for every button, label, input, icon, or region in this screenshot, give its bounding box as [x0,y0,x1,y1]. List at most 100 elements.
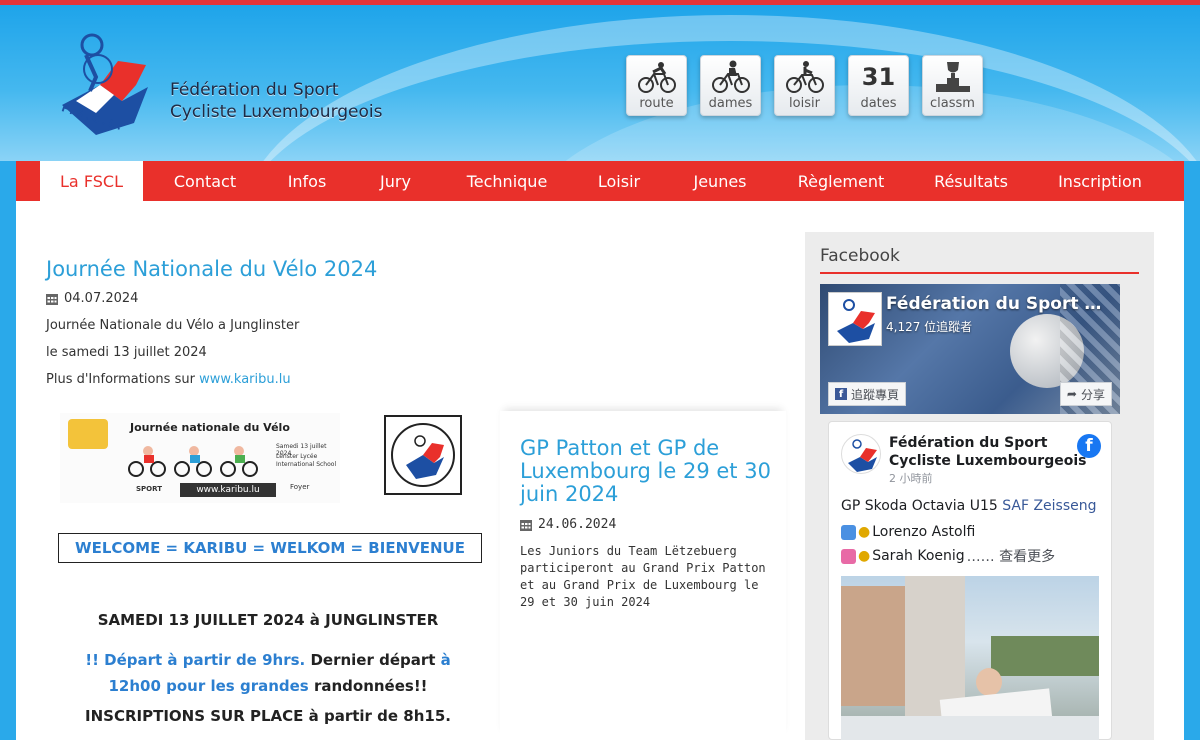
cyclists-illustration-icon [128,446,258,477]
road-cyclist-icon [637,62,676,93]
poster-welcome: WELCOME = KARIBU = WELKOM = BIENVENUE [58,533,482,563]
post-author-line1: Fédération du Sport [889,435,1048,451]
main-nav: La FSCL Contact Infos Jury Technique Loi… [16,161,1184,201]
poster-venue-small-2: International School [276,461,337,468]
quick-link-label: route [639,96,674,111]
facebook-logo-icon[interactable]: f [1077,434,1101,458]
quick-links: route dames loisir 31 dates classm [626,55,983,116]
share-label: 分享 [1080,387,1105,402]
post-time: 2 小時前 [889,472,933,485]
poster-depart-a: !! Départ à partir de 9hrs. [85,651,306,669]
poster-date-line: SAMEDI 13 JUILLET 2024 à JUNGLINSTER [97,611,439,629]
post-author[interactable]: Fédération du Sport Cycliste Luxembourge… [889,434,1086,470]
quick-link-label: loisir [789,96,820,111]
facebook-page-cover[interactable]: Fédération du Sport … 4,127 位追蹤者 f 追蹤專頁 … [820,284,1120,414]
see-more-link[interactable]: …… 查看更多 [967,546,1055,566]
follow-label: 追蹤專頁 [851,387,900,402]
nav-item-resultats[interactable]: Résultats [910,161,1032,201]
quick-link-label: dames [708,96,753,111]
fscl-logo[interactable]: F.S.C.L. [56,27,152,139]
article-title-2[interactable]: GP Patton et GP de Luxembourg le 29 et 3… [520,437,782,506]
nav-item-jury[interactable]: Jury [347,161,444,201]
poster-depart-d: 12h00 [108,677,161,695]
article-text-line1: Journée Nationale du Vélo a Junglinster [46,318,300,333]
article-text-2: Les Juniors du Team Lëtzebuerg participe… [520,544,766,609]
seal-logo-icon [391,423,455,487]
sidebar: Facebook Fédération du Sport … 4,127 位追蹤… [805,232,1154,740]
poster-depart-f: randonnées!! [308,677,428,695]
photo-building [841,586,911,706]
article-title[interactable]: Journée Nationale du Vélo 2024 [46,257,377,281]
article-date-2-text: 24.06.2024 [538,517,617,532]
nav-item-technique[interactable]: Technique [444,161,570,201]
facebook-post: Fédération du Sport Cycliste Luxembourge… [828,421,1112,740]
facebook-heading: Facebook [820,246,900,266]
facebook-page-avatar[interactable] [828,292,882,346]
post-author-line2: Cycliste Luxembourgeois [889,453,1087,469]
poster-inscriptions: INSCRIPTIONS SUR PLACE à partir de 8h15. [85,707,451,725]
poster-depart-e: pour les grandes [160,677,309,695]
quick-link-label: classm [930,96,975,111]
podium-trophy-icon [935,62,970,92]
article-info-prefix: Plus d'Informations sur [46,372,200,387]
poster-depart-c: à [440,651,451,669]
article-card: GP Patton et GP de Luxembourg le 29 et 3… [500,411,786,740]
karibu-link[interactable]: www.karibu.lu [199,372,291,387]
facebook-followers: 4,127 位追蹤者 [886,320,973,334]
site-title[interactable]: Fédération du Sport Cycliste Luxembourge… [170,79,383,123]
nav-item-reglement[interactable]: Règlement [772,161,910,201]
facebook-page-name[interactable]: Fédération du Sport … [886,294,1101,314]
dates-count: 31 [861,63,896,91]
quick-link-dames[interactable]: dames [700,55,761,116]
calendar-icon [46,293,58,305]
post-rider-1: ● Lorenzo Astolfi [841,524,975,540]
woman-cyclist-icon [711,60,750,93]
article-text-line2: le samedi 13 juillet 2024 [46,345,207,360]
share-arrow-icon: ➦ [1066,387,1077,401]
photo-building-2 [905,576,965,716]
female-sign-icon [841,548,856,564]
nav-item-la-fscl[interactable]: La FSCL [40,161,143,201]
event-poster[interactable]: Journée nationale du Vélo Samedi 13 juil… [38,405,498,740]
facebook-f-icon: f [835,388,847,400]
rider-1-name: Lorenzo Astolfi [872,524,976,540]
post-tag-link[interactable]: SAF Zeisseng [1002,498,1096,514]
calendar-icon [520,519,532,531]
post-author-avatar[interactable] [841,434,881,474]
velo-day-seal [384,415,462,495]
male-sign-icon [841,524,856,540]
nav-item-loisir[interactable]: Loisir [570,161,668,201]
fscl-avatar-icon [837,299,875,343]
post-photo[interactable] [841,576,1099,740]
nav-item-contact[interactable]: Contact [143,161,267,201]
poster-venue-small: Lënster Lycée [276,453,318,460]
photo-rider-head [976,668,1002,696]
article-date-text: 04.07.2024 [64,291,139,306]
nav-item-jeunes[interactable]: Jeunes [668,161,772,201]
quick-link-classm[interactable]: classm [922,55,983,116]
article-text-line3: Plus d'Informations sur www.karibu.lu [46,372,291,387]
facebook-share-button[interactable]: ➦ 分享 [1059,382,1112,406]
gold-medal-icon: ● [858,524,871,540]
nav-item-inscription[interactable]: Inscription [1032,161,1168,201]
facebook-follow-button[interactable]: f 追蹤專頁 [828,382,907,406]
gold-medal-icon: ● [858,548,871,564]
rider-2-name: Sarah Koenig [872,548,965,564]
quick-link-route[interactable]: route [626,55,687,116]
poster-depart: !! Départ à partir de 9hrs. Dernier dépa… [38,647,498,699]
article-date-2: 24.06.2024 [520,517,616,532]
poster-headline: Journée nationale du Vélo [130,421,290,434]
facebook-heading-underline [820,272,1139,274]
quick-link-label: dates [860,96,897,111]
quick-link-dates[interactable]: 31 dates [848,55,909,116]
main-content: Journée Nationale du Vélo 2024 04.07.202… [16,201,1184,740]
poster-url: www.karibu.lu [180,483,276,497]
photo-road [841,716,1099,740]
quick-link-loisir[interactable]: loisir [774,55,835,116]
article-date: 04.07.2024 [46,291,138,306]
post-text: GP Skoda Octavia U15 SAF Zeisseng [841,498,1097,514]
fscl-avatar-icon [848,439,877,472]
poster-sponsor-sport: SPORT [136,485,162,493]
post-text-prefix: GP Skoda Octavia U15 [841,498,1003,514]
nav-item-infos[interactable]: Infos [267,161,347,201]
